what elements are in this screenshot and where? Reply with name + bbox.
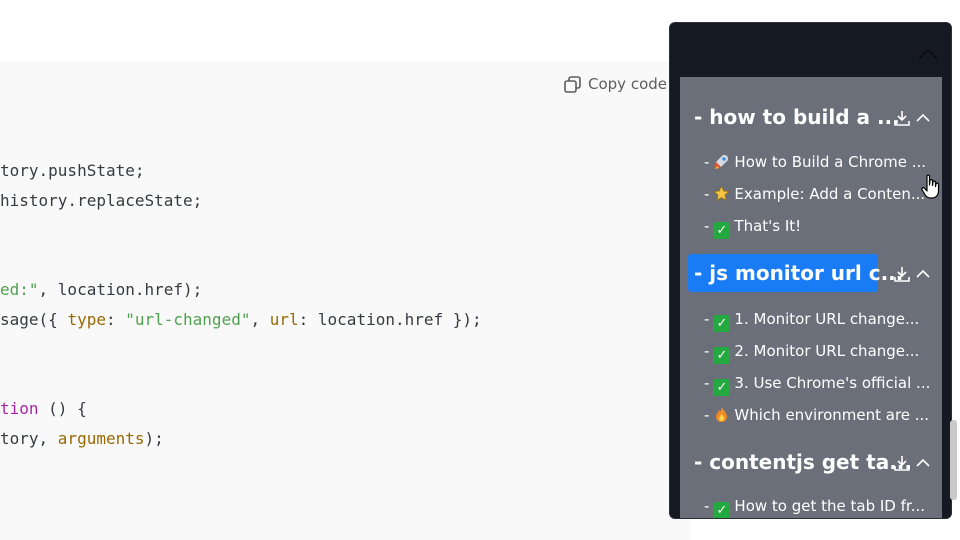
code-text: : location.href });: [298, 310, 482, 329]
outline-item[interactable]: - Which environment are ...: [704, 404, 929, 426]
outline-group-header[interactable]: - how to build a ...: [680, 98, 942, 136]
item-label: Example: Add a Conten...: [734, 185, 926, 203]
code-text: () {: [38, 399, 87, 418]
outline-group-header[interactable]: - contentjs get ta...: [680, 443, 942, 481]
outline-item[interactable]: - ✓ 2. Monitor URL change...: [704, 340, 920, 364]
item-label: Which environment are ...: [734, 406, 930, 424]
code-line: sage({ type: "url-changed", url: locatio…: [0, 310, 482, 329]
outline-item[interactable]: - ✓ How to get the tab ID fr...: [704, 495, 926, 518]
check-icon: ✓: [713, 502, 731, 518]
outline-item[interactable]: - Example: Add a Conten...: [704, 183, 925, 205]
item-label: How to get the tab ID fr...: [734, 497, 926, 515]
code-text: , location.href);: [38, 280, 203, 299]
download-icon[interactable]: [893, 109, 911, 127]
outline-list: - how to build a ... - How to Build a Chr…: [680, 77, 942, 518]
code-string: ed:": [0, 280, 39, 299]
code-text: );: [144, 429, 164, 448]
outline-item[interactable]: - How to Build a Chrome ...: [704, 151, 926, 173]
group-title[interactable]: - js monitor url c...: [688, 254, 903, 292]
code-line: tory.pushState;: [0, 161, 145, 180]
item-prefix: -: [704, 217, 710, 235]
code-line: history.replaceState;: [0, 191, 202, 210]
item-prefix: -: [704, 310, 710, 328]
item-label: 3. Use Chrome's official ...: [734, 374, 931, 392]
star-icon: [713, 185, 731, 202]
copy-code-label: Copy code: [588, 75, 667, 93]
code-keyword: tion: [0, 399, 39, 418]
code-text: :: [105, 310, 126, 329]
outline-item[interactable]: - ✓ 1. Monitor URL change...: [704, 308, 920, 332]
group-title[interactable]: - contentjs get ta...: [688, 443, 918, 481]
code-string: "url-changed": [125, 310, 251, 329]
chevron-up-icon[interactable]: [914, 454, 932, 472]
code-text: sage({: [0, 310, 68, 329]
chevron-up-icon[interactable]: [914, 109, 932, 127]
code-key: type: [67, 310, 106, 329]
item-label: How to Build a Chrome ...: [734, 153, 927, 171]
check-icon: ✓: [713, 315, 731, 332]
copy-code-button[interactable]: Copy code: [564, 72, 667, 96]
check-icon: ✓: [713, 222, 731, 239]
item-prefix: -: [704, 342, 710, 360]
group-title[interactable]: - how to build a ...: [688, 98, 906, 136]
outline-group-header[interactable]: - js monitor url c...: [680, 254, 942, 292]
code-text: tory.pushState;: [0, 161, 145, 180]
item-prefix: -: [704, 185, 710, 203]
code-block: [0, 62, 690, 540]
item-prefix: -: [704, 406, 710, 424]
item-label: 2. Monitor URL change...: [734, 342, 920, 360]
code-key: url: [269, 310, 299, 329]
code-line: ed:", location.href);: [0, 280, 202, 299]
collapse-panel-icon[interactable]: [917, 47, 939, 61]
download-icon[interactable]: [893, 265, 911, 283]
item-label: 1. Monitor URL change...: [734, 310, 920, 328]
copy-icon: [564, 75, 581, 93]
outline-item[interactable]: - ✓ 3. Use Chrome's official ...: [704, 372, 931, 396]
check-icon: ✓: [713, 379, 731, 396]
item-prefix: -: [704, 153, 710, 171]
fire-icon: [716, 407, 728, 422]
download-icon[interactable]: [893, 454, 911, 472]
rocket-icon: [714, 155, 729, 169]
item-prefix: -: [704, 497, 710, 515]
chevron-up-icon[interactable]: [914, 265, 932, 283]
pointer-hand-icon: [921, 174, 940, 199]
code-text: tory,: [0, 429, 58, 448]
code-text: ,: [250, 310, 270, 329]
page-scrollbar[interactable]: [950, 420, 957, 500]
code-line: tory, arguments);: [0, 429, 164, 448]
code-builtin: arguments: [57, 429, 145, 448]
check-icon: ✓: [713, 347, 731, 364]
outline-item[interactable]: - ✓ That's It!: [704, 215, 802, 239]
conversation-outline-panel: - how to build a ... - How to Build a Chr…: [669, 22, 952, 519]
item-label: That's It!: [734, 217, 802, 235]
code-text: history.replaceState;: [0, 191, 203, 210]
code-line: tion () {: [0, 399, 87, 418]
item-prefix: -: [704, 374, 710, 392]
